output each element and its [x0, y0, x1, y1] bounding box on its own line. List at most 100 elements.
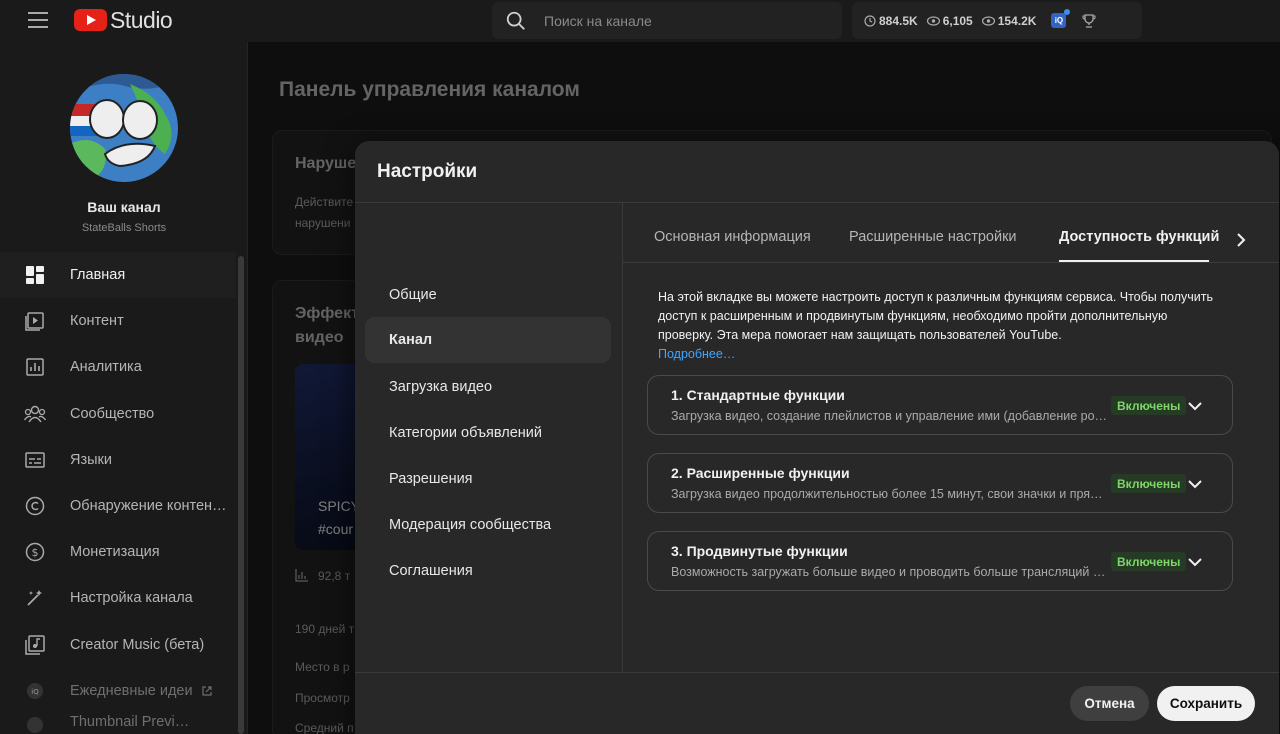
ideas-icon: iQ	[24, 680, 46, 702]
sidebar-item-label: Сообщество	[70, 405, 155, 422]
dashboard-icon	[24, 264, 46, 286]
monetization-icon: $	[24, 541, 46, 563]
chevron-down-icon[interactable]	[1186, 397, 1204, 415]
settings-nav-label: Загрузка видео	[389, 379, 493, 395]
realtime-views-value: 6,105	[942, 13, 973, 28]
settings-nav-label: Соглашения	[389, 563, 473, 579]
learn-more-link[interactable]: Подробнее…	[658, 347, 735, 361]
top-bar: Studio 884.5K 6,105 154.2K iQ	[0, 0, 1280, 42]
menu-icon[interactable]	[28, 12, 48, 28]
magic-wand-icon	[24, 587, 46, 609]
settings-nav-label: Общие	[389, 287, 437, 303]
chevron-right-icon[interactable]	[1233, 230, 1249, 250]
chevron-down-icon[interactable]	[1186, 553, 1204, 571]
save-button[interactable]: Сохранить	[1157, 686, 1255, 721]
cancel-button[interactable]: Отмена	[1070, 686, 1149, 721]
sidebar-nav: Главная Контент Аналитика Сообщество Язы…	[0, 252, 236, 734]
sidebar-item-label: Контент	[70, 313, 124, 330]
status-badge: Включены	[1111, 552, 1187, 571]
realtime-views-stat: 6,105	[926, 13, 973, 28]
sidebar-item-label: Creator Music (бета)	[70, 636, 205, 653]
feature-summary: Загрузка видео, создание плейлистов и уп…	[671, 409, 1108, 423]
svg-text:$: $	[32, 546, 39, 559]
sidebar-item-label: Обнаружение контен…	[70, 498, 227, 515]
analytics-icon	[24, 356, 46, 378]
feature-title: 3. Продвинутые функции	[671, 543, 848, 559]
settings-nav-general[interactable]: Общие	[365, 272, 611, 318]
youtube-play-icon	[74, 9, 107, 31]
feature-title: 1. Стандартные функции	[671, 387, 845, 403]
sidebar-scrollbar[interactable]	[238, 256, 244, 734]
subtitles-icon	[24, 449, 46, 471]
clock-icon	[864, 14, 876, 27]
settings-nav: Общие Канал Загрузка видео Категории объ…	[355, 203, 623, 673]
tab-advanced-settings[interactable]: Расширенные настройки	[849, 229, 1017, 245]
logo-text: Studio	[110, 6, 173, 33]
settings-dialog: Настройки Общие Канал Загрузка видео Кат…	[355, 141, 1279, 734]
sidebar-item-label: Настройка канала	[70, 590, 193, 607]
tab-basic-info[interactable]: Основная информация	[654, 229, 811, 245]
status-badge: Включены	[1111, 474, 1187, 493]
sidebar-item-monetization[interactable]: $ Монетизация	[0, 529, 236, 575]
settings-nav-ad-categories[interactable]: Категории объявлений	[365, 410, 611, 456]
eye-icon	[981, 15, 995, 26]
chevron-down-icon[interactable]	[1186, 475, 1204, 493]
sidebar-item-community[interactable]: Сообщество	[0, 391, 236, 437]
total-views-stat: 154.2K	[981, 13, 1037, 28]
settings-nav-permissions[interactable]: Разрешения	[365, 456, 611, 502]
sidebar-item-languages[interactable]: Языки	[0, 437, 236, 483]
feature-title: 2. Расширенные функции	[671, 465, 850, 481]
settings-nav-channel[interactable]: Канал	[365, 317, 611, 363]
sidebar-item-label: Ежедневные идеи	[70, 682, 193, 699]
divider	[355, 672, 1279, 673]
feature-standard[interactable]: 1. Стандартные функции Загрузка видео, с…	[647, 375, 1233, 435]
settings-nav-community-moderation[interactable]: Модерация сообщества	[365, 502, 611, 548]
settings-nav-label: Разрешения	[389, 471, 473, 487]
sidebar-item-label: Thumbnail Previ…	[70, 713, 190, 730]
settings-nav-upload-defaults[interactable]: Загрузка видео	[365, 364, 611, 410]
feature-intermediate[interactable]: 2. Расширенные функции Загрузка видео пр…	[647, 453, 1233, 513]
total-views-value: 154.2K	[997, 13, 1037, 28]
studio-logo[interactable]: Studio	[74, 6, 173, 33]
eye-icon	[926, 15, 940, 26]
sidebar-item-daily-ideas[interactable]: iQ Ежедневные идеи	[0, 668, 236, 714]
feature-summary: Возможность загружать больше видео и про…	[671, 565, 1106, 579]
channel-handle: StateBalls Shorts	[81, 222, 167, 234]
feature-summary: Загрузка видео продолжительностью более …	[671, 487, 1103, 501]
thumbnail-icon	[24, 714, 46, 734]
search-icon[interactable]	[505, 10, 527, 32]
feature-advanced[interactable]: 3. Продвинутые функции Возможность загру…	[647, 531, 1233, 591]
settings-nav-label: Модерация сообщества	[389, 517, 552, 533]
settings-nav-agreements[interactable]: Соглашения	[365, 548, 611, 594]
stats-bar: 884.5K 6,105 154.2K iQ	[852, 2, 1142, 39]
svg-text:iQ: iQ	[31, 688, 39, 696]
settings-tabs: Основная информация Расширенные настройк…	[623, 203, 1279, 263]
search-input[interactable]	[544, 12, 814, 29]
settings-nav-label: Канал	[389, 332, 433, 348]
watch-time-stat: 884.5K	[864, 14, 918, 28]
sidebar-item-thumbnail-preview[interactable]: Thumbnail Previ…	[0, 714, 236, 734]
extension-icon[interactable]: iQ	[1051, 9, 1071, 28]
sidebar-item-content-detection[interactable]: Обнаружение контен…	[0, 483, 236, 529]
external-link-icon	[202, 686, 212, 696]
feature-description: На этой вкладке вы можете настроить дост…	[658, 290, 1213, 342]
music-icon	[24, 634, 46, 656]
tab-feature-eligibility[interactable]: Доступность функций	[1059, 229, 1219, 245]
sidebar-item-label: Языки	[70, 451, 112, 468]
sidebar-item-customization[interactable]: Настройка канала	[0, 575, 236, 621]
search-bar[interactable]	[492, 2, 842, 39]
status-badge: Включены	[1111, 396, 1187, 415]
copyright-icon	[24, 495, 46, 517]
channel-name: Ваш канал	[87, 199, 161, 215]
trophy-icon[interactable]	[1082, 13, 1096, 28]
sidebar-item-content[interactable]: Контент	[0, 298, 236, 344]
sidebar-item-analytics[interactable]: Аналитика	[0, 344, 236, 390]
sidebar-item-dashboard[interactable]: Главная	[0, 252, 236, 299]
sidebar-item-label: Монетизация	[70, 544, 160, 561]
active-tab-indicator	[1059, 260, 1209, 262]
watch-time-value: 884.5K	[879, 13, 918, 28]
community-icon	[24, 403, 46, 425]
sidebar-item-label: Главная	[70, 267, 126, 284]
sidebar-item-creator-music[interactable]: Creator Music (бета)	[0, 622, 236, 668]
channel-avatar[interactable]	[70, 74, 178, 182]
